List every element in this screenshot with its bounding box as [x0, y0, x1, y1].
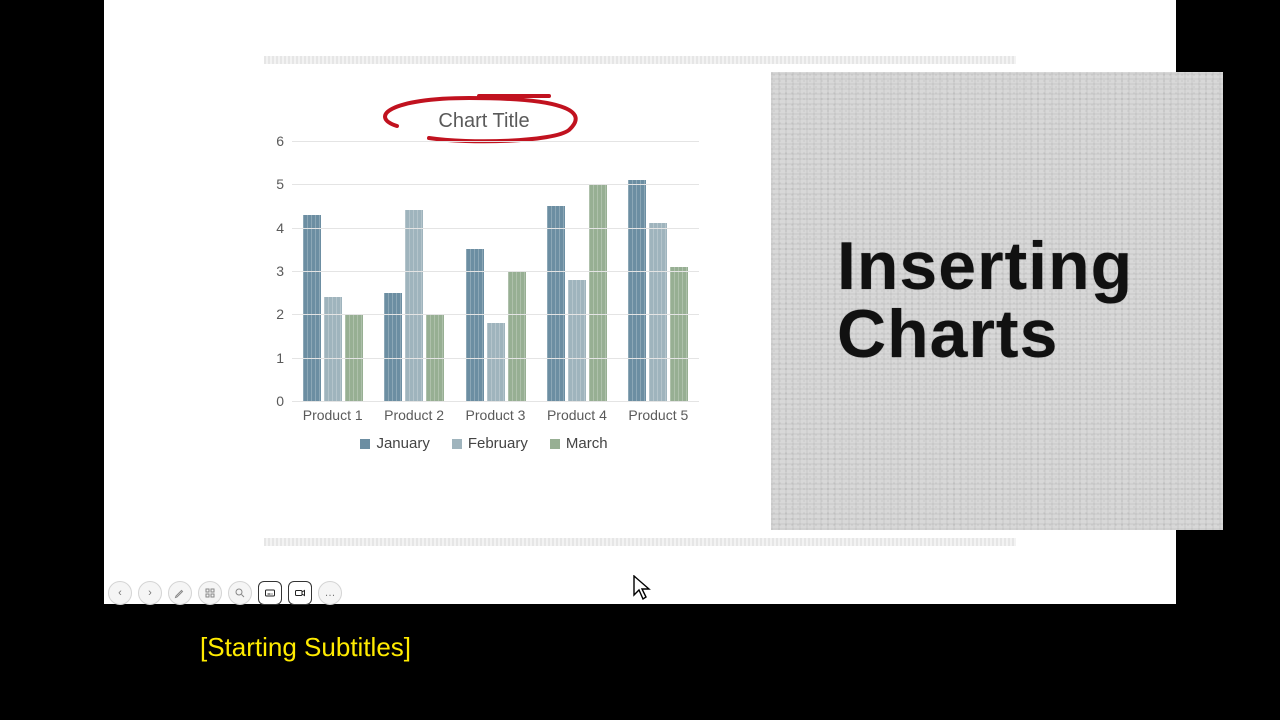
chart-bar: [405, 210, 423, 401]
divider-top: [264, 56, 1016, 64]
chart-bar: [303, 215, 321, 401]
chart-x-tick-label: Product 4: [536, 407, 617, 423]
chart-gridline: [292, 184, 699, 185]
slide-heading: Inserting Charts: [837, 232, 1133, 368]
prev-slide-button[interactable]: ‹: [108, 581, 132, 605]
ellipsis-icon: …: [325, 587, 336, 599]
chevron-right-icon: ›: [148, 587, 152, 599]
chart-gridline: [292, 141, 699, 142]
zoom-button[interactable]: [228, 581, 252, 605]
legend-swatch-icon: [452, 439, 462, 449]
zoom-icon: [234, 587, 246, 599]
legend-label: January: [376, 435, 429, 452]
chart-x-tick-label: Product 3: [455, 407, 536, 423]
chart-x-tick-label: Product 5: [618, 407, 699, 423]
chart-plot-area: 0123456: [264, 141, 699, 401]
chart-legend: January February March: [264, 435, 704, 452]
slide-heading-line1: Inserting: [837, 228, 1133, 304]
see-all-slides-button[interactable]: [198, 581, 222, 605]
chart-bar: [508, 271, 526, 401]
camera-button[interactable]: [288, 581, 312, 605]
chart-y-tick-label: 6: [264, 133, 284, 149]
chart-bar: [547, 206, 565, 401]
divider-bottom: [264, 538, 1016, 546]
toggle-subtitles-button[interactable]: [258, 581, 282, 605]
chart-gridline: [292, 401, 699, 402]
chart-bar: [568, 280, 586, 401]
chart-bar: [466, 249, 484, 401]
ink-tools-button[interactable]: [168, 581, 192, 605]
chart-bar: [324, 297, 342, 401]
subtitles-icon: [264, 587, 276, 599]
more-options-button[interactable]: …: [318, 581, 342, 605]
legend-item-march: March: [550, 435, 608, 452]
camera-icon: [294, 587, 306, 599]
chart-x-tick-label: Product 1: [292, 407, 373, 423]
chart-bar: [487, 323, 505, 401]
chart-y-tick-label: 2: [264, 306, 284, 322]
chart-bar: [589, 184, 607, 401]
next-slide-button[interactable]: ›: [138, 581, 162, 605]
presenter-toolbar: ‹ › …: [108, 581, 342, 605]
chart-x-tick-label: Product 2: [373, 407, 454, 423]
legend-item-january: January: [360, 435, 429, 452]
pen-icon: [174, 587, 186, 599]
chart-bar: [649, 223, 667, 401]
chart-y-tick-label: 4: [264, 220, 284, 236]
chart-x-axis-labels: Product 1Product 2Product 3Product 4Prod…: [292, 407, 699, 423]
chart-bar: [670, 267, 688, 401]
chart-y-tick-label: 0: [264, 393, 284, 409]
slide-presentation: Chart Title 0123456 Product 1Product 2Pr…: [104, 0, 1176, 604]
chart-gridline: [292, 271, 699, 272]
chart-bar: [384, 293, 402, 401]
legend-label: February: [468, 435, 528, 452]
legend-label: March: [566, 435, 608, 452]
chart-y-tick-label: 5: [264, 176, 284, 192]
legend-swatch-icon: [550, 439, 560, 449]
grid-icon: [204, 587, 216, 599]
chart-y-tick-label: 3: [264, 263, 284, 279]
chart-title: Chart Title: [264, 110, 704, 133]
chart-gridline: [292, 314, 699, 315]
chart-bar: [628, 180, 646, 401]
chart-gridline: [292, 228, 699, 229]
chart-gridline: [292, 358, 699, 359]
chart-clustered-bar: Chart Title 0123456 Product 1Product 2Pr…: [264, 110, 704, 480]
legend-item-february: February: [452, 435, 528, 452]
slide-text-panel: Inserting Charts: [771, 72, 1223, 530]
subtitle-caption: [Starting Subtitles]: [200, 632, 411, 663]
legend-swatch-icon: [360, 439, 370, 449]
slide-heading-line2: Charts: [837, 296, 1058, 372]
chevron-left-icon: ‹: [118, 587, 122, 599]
chart-y-tick-label: 1: [264, 350, 284, 366]
